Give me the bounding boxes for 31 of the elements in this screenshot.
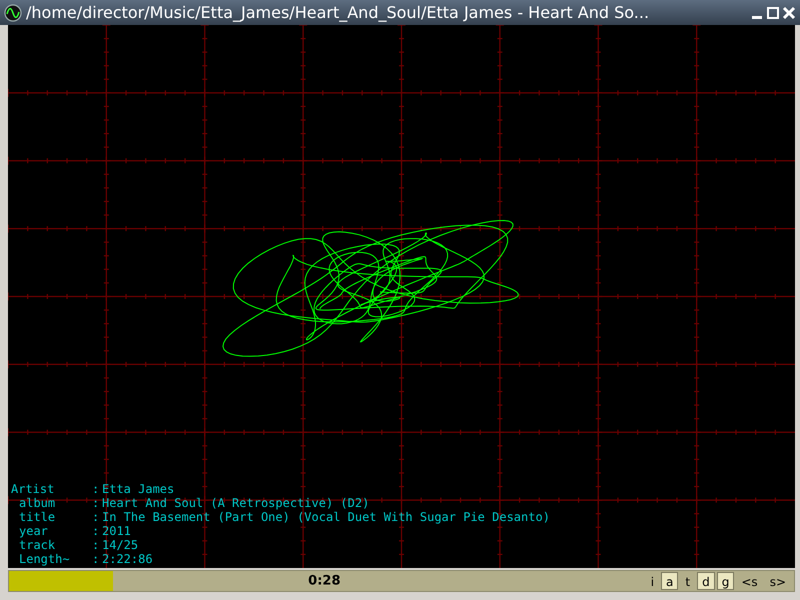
- info-label: album: [18, 496, 56, 510]
- view-toggle[interactable]: i: [646, 572, 660, 590]
- view-toggle[interactable]: s>: [764, 572, 791, 590]
- info-label: title: [18, 510, 56, 524]
- close-icon[interactable]: [782, 6, 796, 20]
- info-value: 2:22:86: [102, 552, 153, 566]
- info-separator: :: [92, 510, 100, 524]
- view-toggle[interactable]: a: [661, 572, 678, 590]
- window-title: /home/director/Music/Etta_James/Heart_And_Soul/Etta James - Heart And So...: [26, 4, 650, 20]
- info-label: Artist: [10, 482, 56, 496]
- view-toggle[interactable]: g: [716, 572, 734, 590]
- info-label: year: [18, 524, 49, 538]
- elapsed-time: 0:28: [308, 574, 341, 588]
- view-toggle[interactable]: <s: [736, 572, 763, 590]
- info-separator: :: [92, 524, 100, 538]
- info-value: Heart And Soul (A Retrospective) (D2): [102, 496, 370, 510]
- view-toggle[interactable]: t: [680, 572, 696, 590]
- info-separator: :: [92, 538, 100, 552]
- info-separator: :: [92, 552, 100, 566]
- progress-track[interactable]: 0:28: [9, 571, 640, 591]
- info-separator: :: [92, 496, 100, 510]
- info-value: 14/25: [102, 538, 138, 552]
- info-label: track: [18, 538, 56, 552]
- info-label: Length~: [18, 552, 71, 566]
- info-value: Etta James: [102, 482, 174, 496]
- info-separator: :: [92, 482, 100, 496]
- app-icon: [4, 4, 22, 22]
- info-value: 2011: [102, 524, 131, 538]
- info-value: In The Basement (Part One) (Vocal Duet With Sugar Pie Desanto): [102, 510, 550, 524]
- maximize-icon[interactable]: [766, 6, 780, 20]
- view-toggle[interactable]: d: [697, 572, 715, 590]
